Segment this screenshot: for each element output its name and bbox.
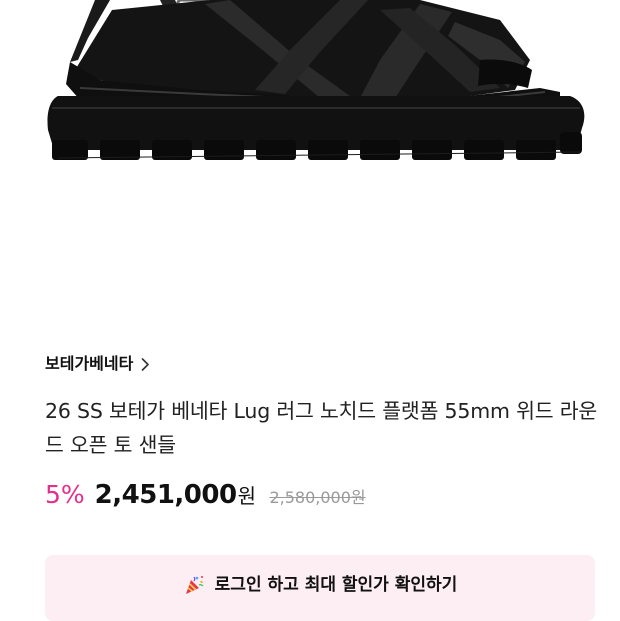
product-image[interactable] xyxy=(0,0,620,300)
sale-price-amount: 2,451,000 xyxy=(94,480,237,510)
sandal-illustration xyxy=(47,0,585,160)
currency-unit: 원 xyxy=(237,484,256,508)
party-popper-icon xyxy=(185,576,204,594)
brand-name[interactable]: 보테가베네타 xyxy=(45,352,133,376)
product-title: 26 SS 보테가 베네타 Lug 러그 노치드 플랫폼 55mm 위드 라운드… xyxy=(45,399,598,457)
discount-rate: 5% xyxy=(45,480,85,509)
original-price: 2,580,000원 xyxy=(269,488,366,507)
chevron-right-icon xyxy=(142,357,150,371)
price-row: 5% 2,451,000원 2,580,000원 xyxy=(45,479,605,514)
login-discount-button[interactable]: 로그인 하고 최대 할인가 확인하기 xyxy=(45,555,595,621)
login-discount-label[interactable]: 로그인 하고 최대 할인가 확인하기 xyxy=(215,574,458,596)
brand-link[interactable]: 보테가베네타 xyxy=(45,352,150,376)
sale-price: 2,451,000원 xyxy=(95,479,256,512)
product-info: 보테가베네타 26 SS 보테가 베네타 Lug 러그 노치드 플랫폼 55mm… xyxy=(45,352,605,514)
